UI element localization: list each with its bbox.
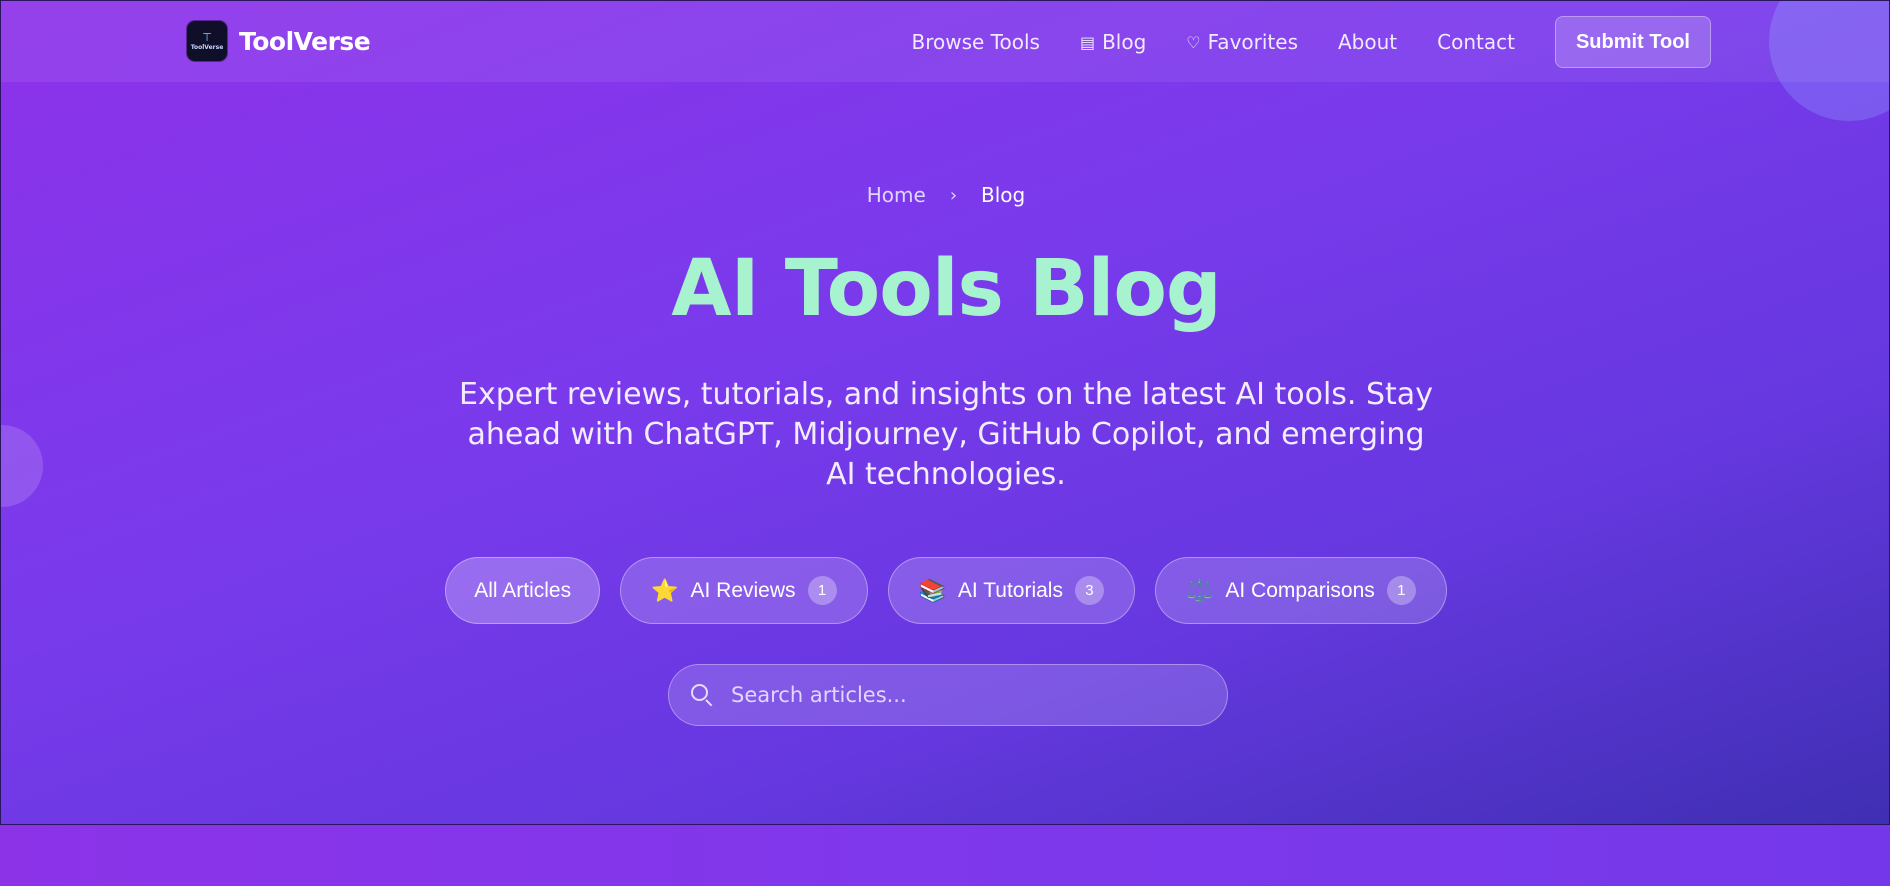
- filter-ai-reviews[interactable]: ⭐ AI Reviews 1: [620, 557, 868, 624]
- breadcrumb-home-link[interactable]: Home: [867, 183, 926, 207]
- filter-label: AI Reviews: [690, 578, 796, 602]
- filter-all-articles[interactable]: All Articles: [445, 557, 601, 624]
- submit-tool-button[interactable]: Submit Tool: [1554, 16, 1711, 68]
- page-title: AI Tools Blog: [671, 244, 1222, 334]
- search-icon: [689, 682, 715, 708]
- count-badge: 1: [1386, 576, 1416, 605]
- filter-label: AI Tutorials: [957, 578, 1063, 602]
- brand-logo-link[interactable]: ⊤ ToolVerse ToolVerse: [187, 21, 371, 61]
- nav-link-browse-tools[interactable]: Browse Tools: [912, 30, 1040, 54]
- chevron-right-icon: ›: [949, 184, 958, 206]
- top-navbar: ⊤ ToolVerse ToolVerse Browse Tools ▤ Blo…: [1, 1, 1889, 82]
- scales-icon: ⚖️: [1185, 577, 1214, 603]
- nav-link-label: Blog: [1102, 30, 1147, 54]
- nav-links: Browse Tools ▤ Blog ♡ Favorites About Co…: [912, 16, 1711, 68]
- nav-link-contact[interactable]: Contact: [1437, 30, 1515, 54]
- nav-link-label: Contact: [1437, 30, 1515, 54]
- nav-link-favorites[interactable]: ♡ Favorites: [1186, 30, 1298, 54]
- decorative-circle: [1, 425, 43, 507]
- count-badge: 1: [807, 576, 837, 605]
- brand-name: ToolVerse: [239, 26, 371, 56]
- search-box: [668, 664, 1228, 726]
- count-badge: 3: [1074, 576, 1104, 605]
- star-icon: ⭐: [651, 577, 679, 603]
- search-input[interactable]: [731, 683, 1227, 707]
- filter-label: AI Comparisons: [1225, 578, 1375, 602]
- heart-icon: ♡: [1186, 32, 1201, 52]
- filter-label: All Articles: [474, 578, 572, 602]
- nav-link-label: About: [1337, 30, 1398, 54]
- nav-link-label: Browse Tools: [911, 30, 1040, 54]
- nav-link-blog[interactable]: ▤ Blog: [1080, 30, 1146, 54]
- newspaper-icon: ▤: [1079, 32, 1096, 52]
- logo-icon: ⊤ ToolVerse: [187, 21, 227, 61]
- books-icon: 📚: [918, 577, 946, 603]
- filter-ai-comparisons[interactable]: ⚖️ AI Comparisons 1: [1154, 557, 1447, 624]
- category-filters: All Articles ⭐ AI Reviews 1 📚 AI Tutoria…: [1, 557, 1889, 624]
- nav-link-label: Favorites: [1207, 30, 1298, 54]
- nav-link-about[interactable]: About: [1338, 30, 1397, 54]
- breadcrumb: Home › Blog: [1, 183, 1889, 207]
- breadcrumb-current: Blog: [981, 183, 1026, 207]
- content-section-top: [0, 825, 1890, 886]
- page-subtitle: Expert reviews, tutorials, and insights …: [459, 377, 1433, 492]
- hero-section: ⊤ ToolVerse ToolVerse Browse Tools ▤ Blo…: [0, 0, 1890, 825]
- filter-ai-tutorials[interactable]: 📚 AI Tutorials 3: [887, 557, 1135, 624]
